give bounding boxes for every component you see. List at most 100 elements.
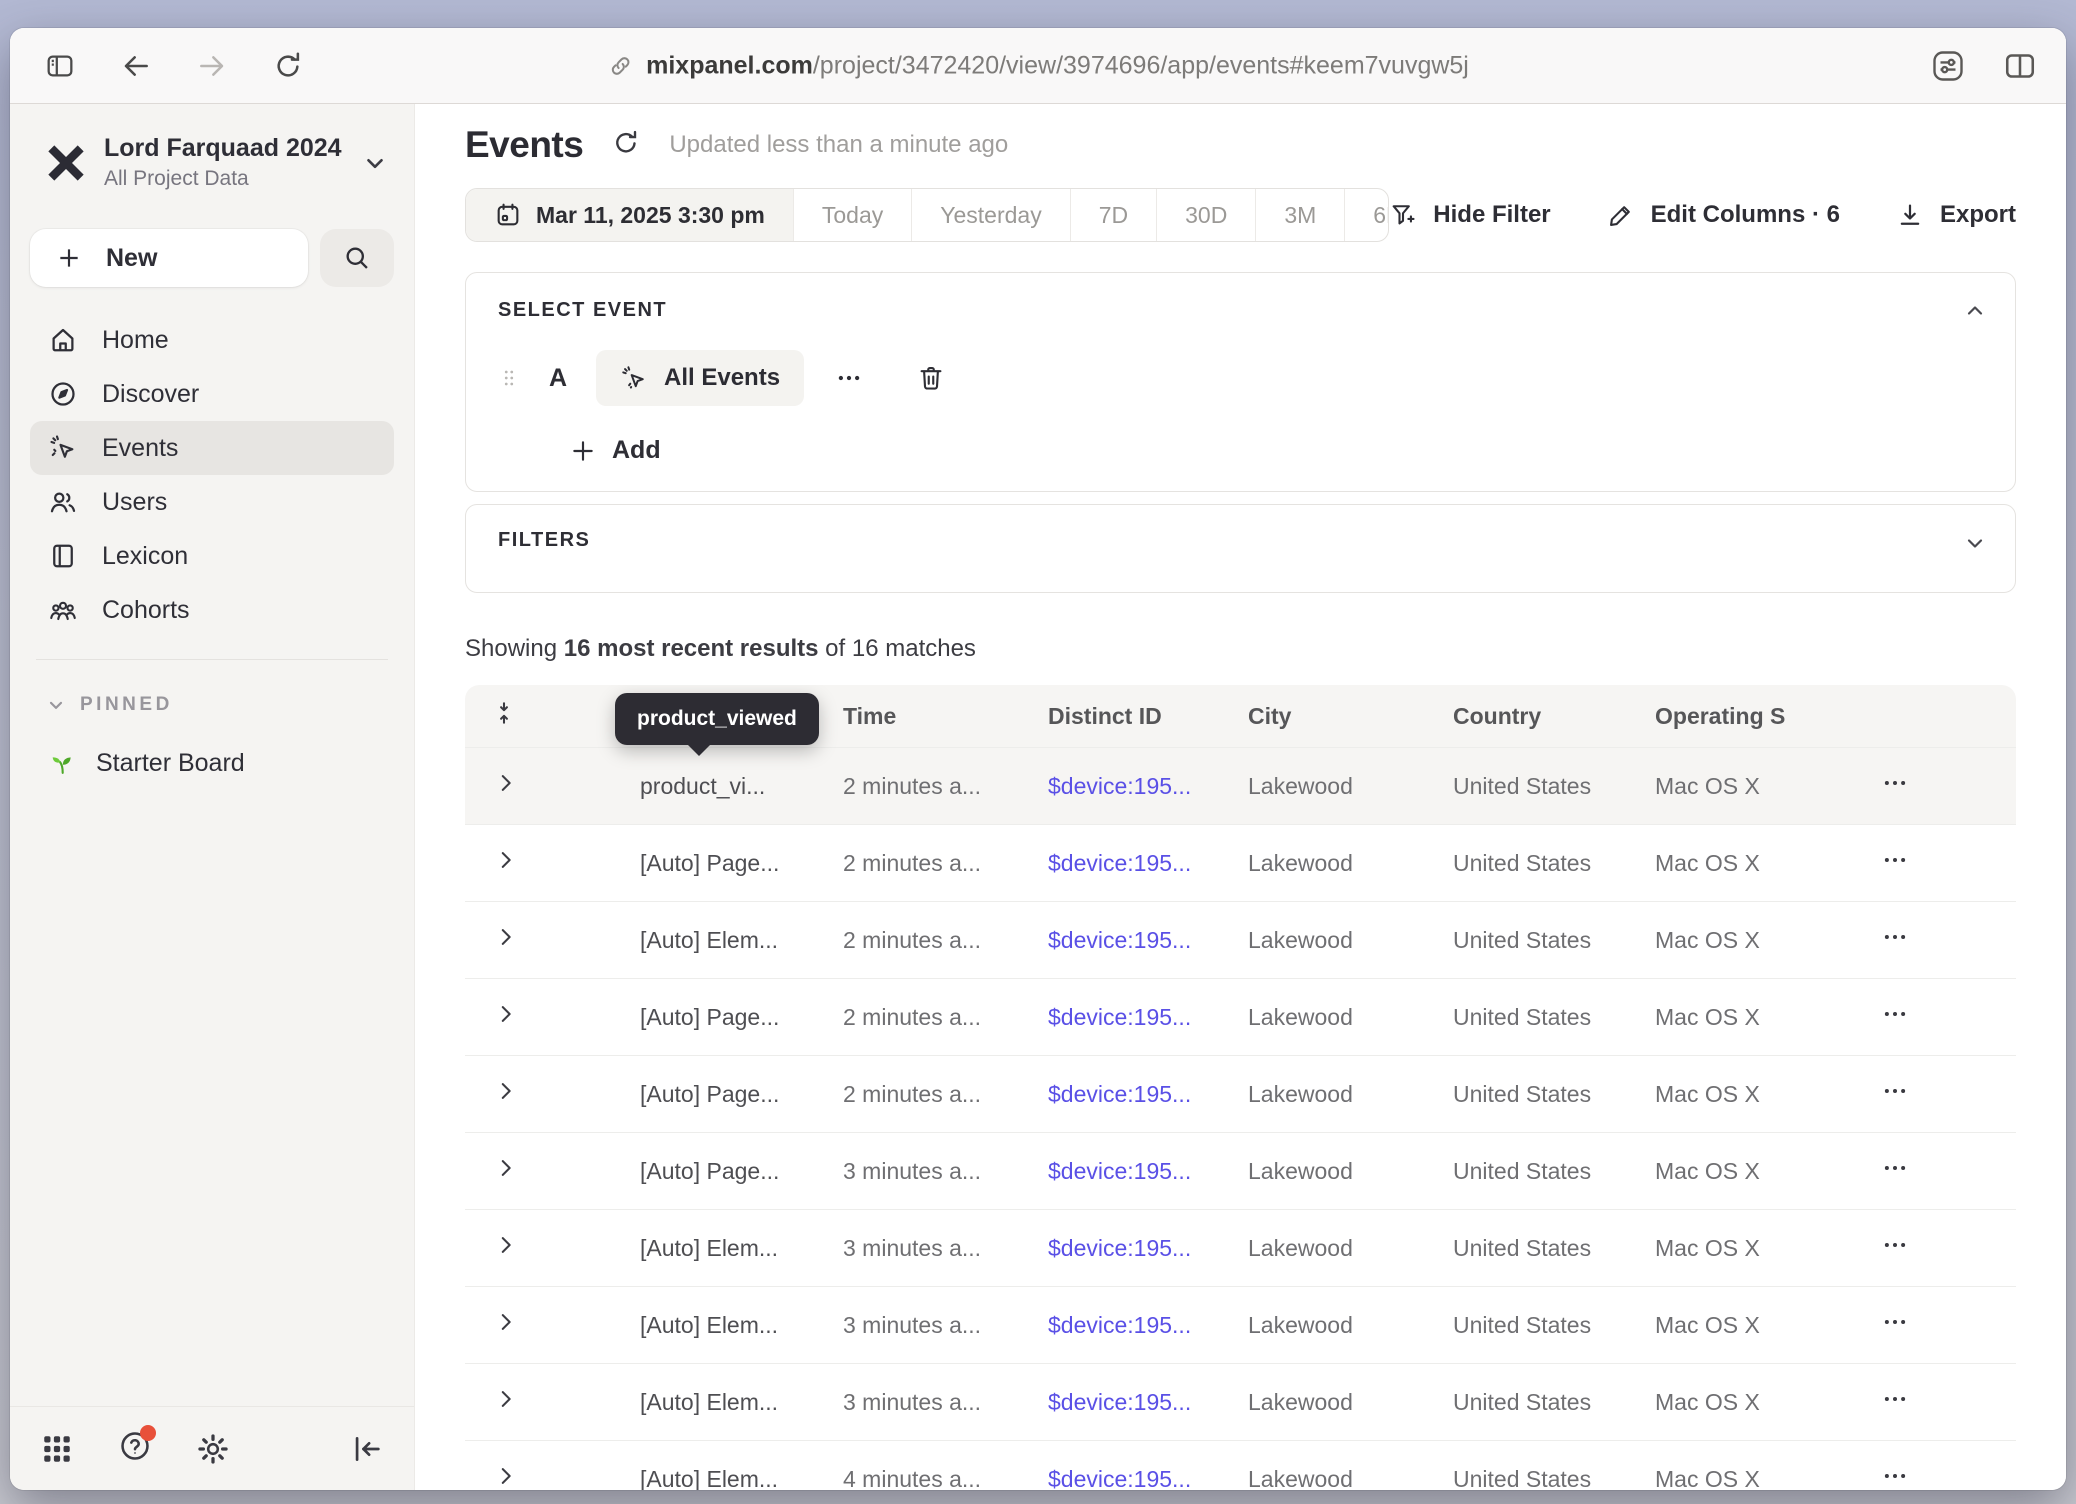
reload-button[interactable]: [266, 44, 310, 88]
more-options-icon[interactable]: [834, 363, 864, 393]
cell-event[interactable]: [Auto] Page...: [640, 1158, 843, 1185]
preset-6m[interactable]: 6M: [1345, 189, 1389, 241]
cell-event[interactable]: [Auto] Elem...: [640, 1389, 843, 1416]
row-actions-icon[interactable]: [1880, 1230, 1910, 1260]
row-actions-icon[interactable]: [1880, 1307, 1910, 1337]
row-actions-icon[interactable]: [1880, 1384, 1910, 1414]
row-actions-icon[interactable]: [1880, 1076, 1910, 1106]
table-row[interactable]: [Auto] Page...2 minutes a...$device:195.…: [465, 824, 2016, 901]
cell-distinct-id[interactable]: $device:195...: [1048, 850, 1248, 877]
sidebar-item-events[interactable]: Events: [30, 421, 394, 475]
row-actions-icon[interactable]: [1880, 845, 1910, 875]
main-content: Events Updated less than a minute ago Ma…: [415, 104, 2066, 1490]
row-expander-chevron-icon[interactable]: [495, 1080, 517, 1102]
table-row[interactable]: [Auto] Page...2 minutes a...$device:195.…: [465, 1055, 2016, 1132]
row-actions-icon[interactable]: [1880, 1153, 1910, 1183]
header-country[interactable]: Country: [1453, 703, 1655, 730]
drag-handle-icon[interactable]: [498, 367, 520, 389]
preset-today[interactable]: Today: [794, 189, 912, 241]
hide-filter-button[interactable]: Hide Filter: [1389, 201, 1550, 229]
row-expander-chevron-icon[interactable]: [495, 926, 517, 948]
row-actions-icon[interactable]: [1880, 768, 1910, 798]
table-row[interactable]: [Auto] Page...2 minutes a...$device:195.…: [465, 978, 2016, 1055]
preset-7d[interactable]: 7D: [1071, 189, 1157, 241]
sidebar-item-cohorts[interactable]: Cohorts: [30, 583, 394, 637]
sidebar-item-starter-board[interactable]: Starter Board: [30, 736, 394, 790]
cell-event[interactable]: [Auto] Elem...: [640, 1312, 843, 1339]
preset-30d[interactable]: 30D: [1157, 189, 1256, 241]
sidebar-item-home[interactable]: Home: [30, 313, 394, 367]
refresh-button[interactable]: [611, 128, 641, 163]
cell-event[interactable]: product_vi...: [640, 773, 843, 800]
cell-event[interactable]: [Auto] Elem...: [640, 1466, 843, 1491]
add-event-button[interactable]: Add: [570, 436, 1983, 465]
row-actions-icon[interactable]: [1880, 922, 1910, 952]
cell-distinct-id[interactable]: $device:195...: [1048, 773, 1248, 800]
table-row[interactable]: [Auto] Elem...3 minutes a...$device:195.…: [465, 1209, 2016, 1286]
export-button[interactable]: Export: [1896, 201, 2016, 229]
chevron-down-icon[interactable]: [1963, 531, 1987, 555]
preset-yesterday[interactable]: Yesterday: [912, 189, 1070, 241]
cell-distinct-id[interactable]: $device:195...: [1048, 1312, 1248, 1339]
sidebar-item-discover[interactable]: Discover: [30, 367, 394, 421]
table-row[interactable]: [Auto] Elem...3 minutes a...$device:195.…: [465, 1286, 2016, 1363]
address-bar[interactable]: mixpanel.com/project/3472420/view/397469…: [607, 51, 1469, 80]
table-row[interactable]: [Auto] Elem...4 minutes a...$device:195.…: [465, 1440, 2016, 1490]
date-picker[interactable]: Mar 11, 2025 3:30 pm: [466, 189, 794, 241]
cell-distinct-id[interactable]: $device:195...: [1048, 927, 1248, 954]
split-view-icon[interactable]: [2002, 48, 2038, 84]
row-expander-chevron-icon[interactable]: [495, 772, 517, 794]
cell-distinct-id[interactable]: $device:195...: [1048, 1389, 1248, 1416]
edit-columns-button[interactable]: Edit Columns · 6: [1607, 201, 1840, 229]
header-distinct-id[interactable]: Distinct ID: [1048, 703, 1248, 730]
cell-event[interactable]: [Auto] Elem...: [640, 927, 843, 954]
table-row[interactable]: product_vi...2 minutes a...$device:195..…: [465, 747, 2016, 824]
settings-gear-icon[interactable]: [196, 1432, 230, 1466]
row-expander-chevron-icon[interactable]: [495, 1311, 517, 1333]
cell-event[interactable]: [Auto] Page...: [640, 850, 843, 877]
row-expander-chevron-icon[interactable]: [495, 1465, 517, 1487]
cell-distinct-id[interactable]: $device:195...: [1048, 1235, 1248, 1262]
forward-button[interactable]: [190, 44, 234, 88]
apps-grid-icon[interactable]: [40, 1432, 74, 1466]
row-actions-icon[interactable]: [1880, 1461, 1910, 1490]
workspace-switcher[interactable]: Lord Farquaad 2024 All Project Data: [30, 128, 394, 191]
header-os[interactable]: Operating S: [1655, 703, 1878, 730]
home-icon: [48, 325, 78, 355]
header-city[interactable]: City: [1248, 703, 1453, 730]
sidebar-toggle-button[interactable]: [38, 44, 82, 88]
back-button[interactable]: [114, 44, 158, 88]
cell-distinct-id[interactable]: $device:195...: [1048, 1466, 1248, 1491]
sidebar-item-users[interactable]: Users: [30, 475, 394, 529]
sidebar-item-lexicon[interactable]: Lexicon: [30, 529, 394, 583]
cell-distinct-id[interactable]: $device:195...: [1048, 1004, 1248, 1031]
cell-event[interactable]: [Auto] Page...: [640, 1081, 843, 1108]
cell-event[interactable]: [Auto] Elem...: [640, 1235, 843, 1262]
chevron-up-icon[interactable]: [1963, 299, 1987, 323]
table-row[interactable]: [Auto] Elem...3 minutes a...$device:195.…: [465, 1363, 2016, 1440]
row-expander-chevron-icon[interactable]: [495, 1003, 517, 1025]
pinned-section-header[interactable]: PINNED: [30, 694, 394, 716]
cell-distinct-id[interactable]: $device:195...: [1048, 1158, 1248, 1185]
workspace-name: Lord Farquaad 2024: [104, 134, 346, 163]
row-expander-chevron-icon[interactable]: [495, 1157, 517, 1179]
trash-icon[interactable]: [916, 363, 946, 393]
row-expander-chevron-icon[interactable]: [495, 1234, 517, 1256]
page-settings-icon[interactable]: [1930, 48, 1966, 84]
table-row[interactable]: [Auto] Page...3 minutes a...$device:195.…: [465, 1132, 2016, 1209]
search-button[interactable]: [320, 229, 394, 287]
row-actions-icon[interactable]: [1880, 999, 1910, 1029]
preset-3m[interactable]: 3M: [1256, 189, 1345, 241]
new-button[interactable]: New: [30, 229, 308, 287]
cell-event[interactable]: [Auto] Page...: [640, 1004, 843, 1031]
collapse-rows-icon[interactable]: [491, 700, 517, 726]
header-time[interactable]: Time: [843, 703, 1048, 730]
cell-country: United States: [1453, 1158, 1655, 1185]
collapse-sidebar-icon[interactable]: [350, 1432, 384, 1466]
row-expander-chevron-icon[interactable]: [495, 849, 517, 871]
event-selector-chip[interactable]: All Events: [596, 350, 804, 406]
row-expander-chevron-icon[interactable]: [495, 1388, 517, 1410]
cell-distinct-id[interactable]: $device:195...: [1048, 1081, 1248, 1108]
help-button[interactable]: [118, 1429, 152, 1468]
table-row[interactable]: [Auto] Elem...2 minutes a...$device:195.…: [465, 901, 2016, 978]
